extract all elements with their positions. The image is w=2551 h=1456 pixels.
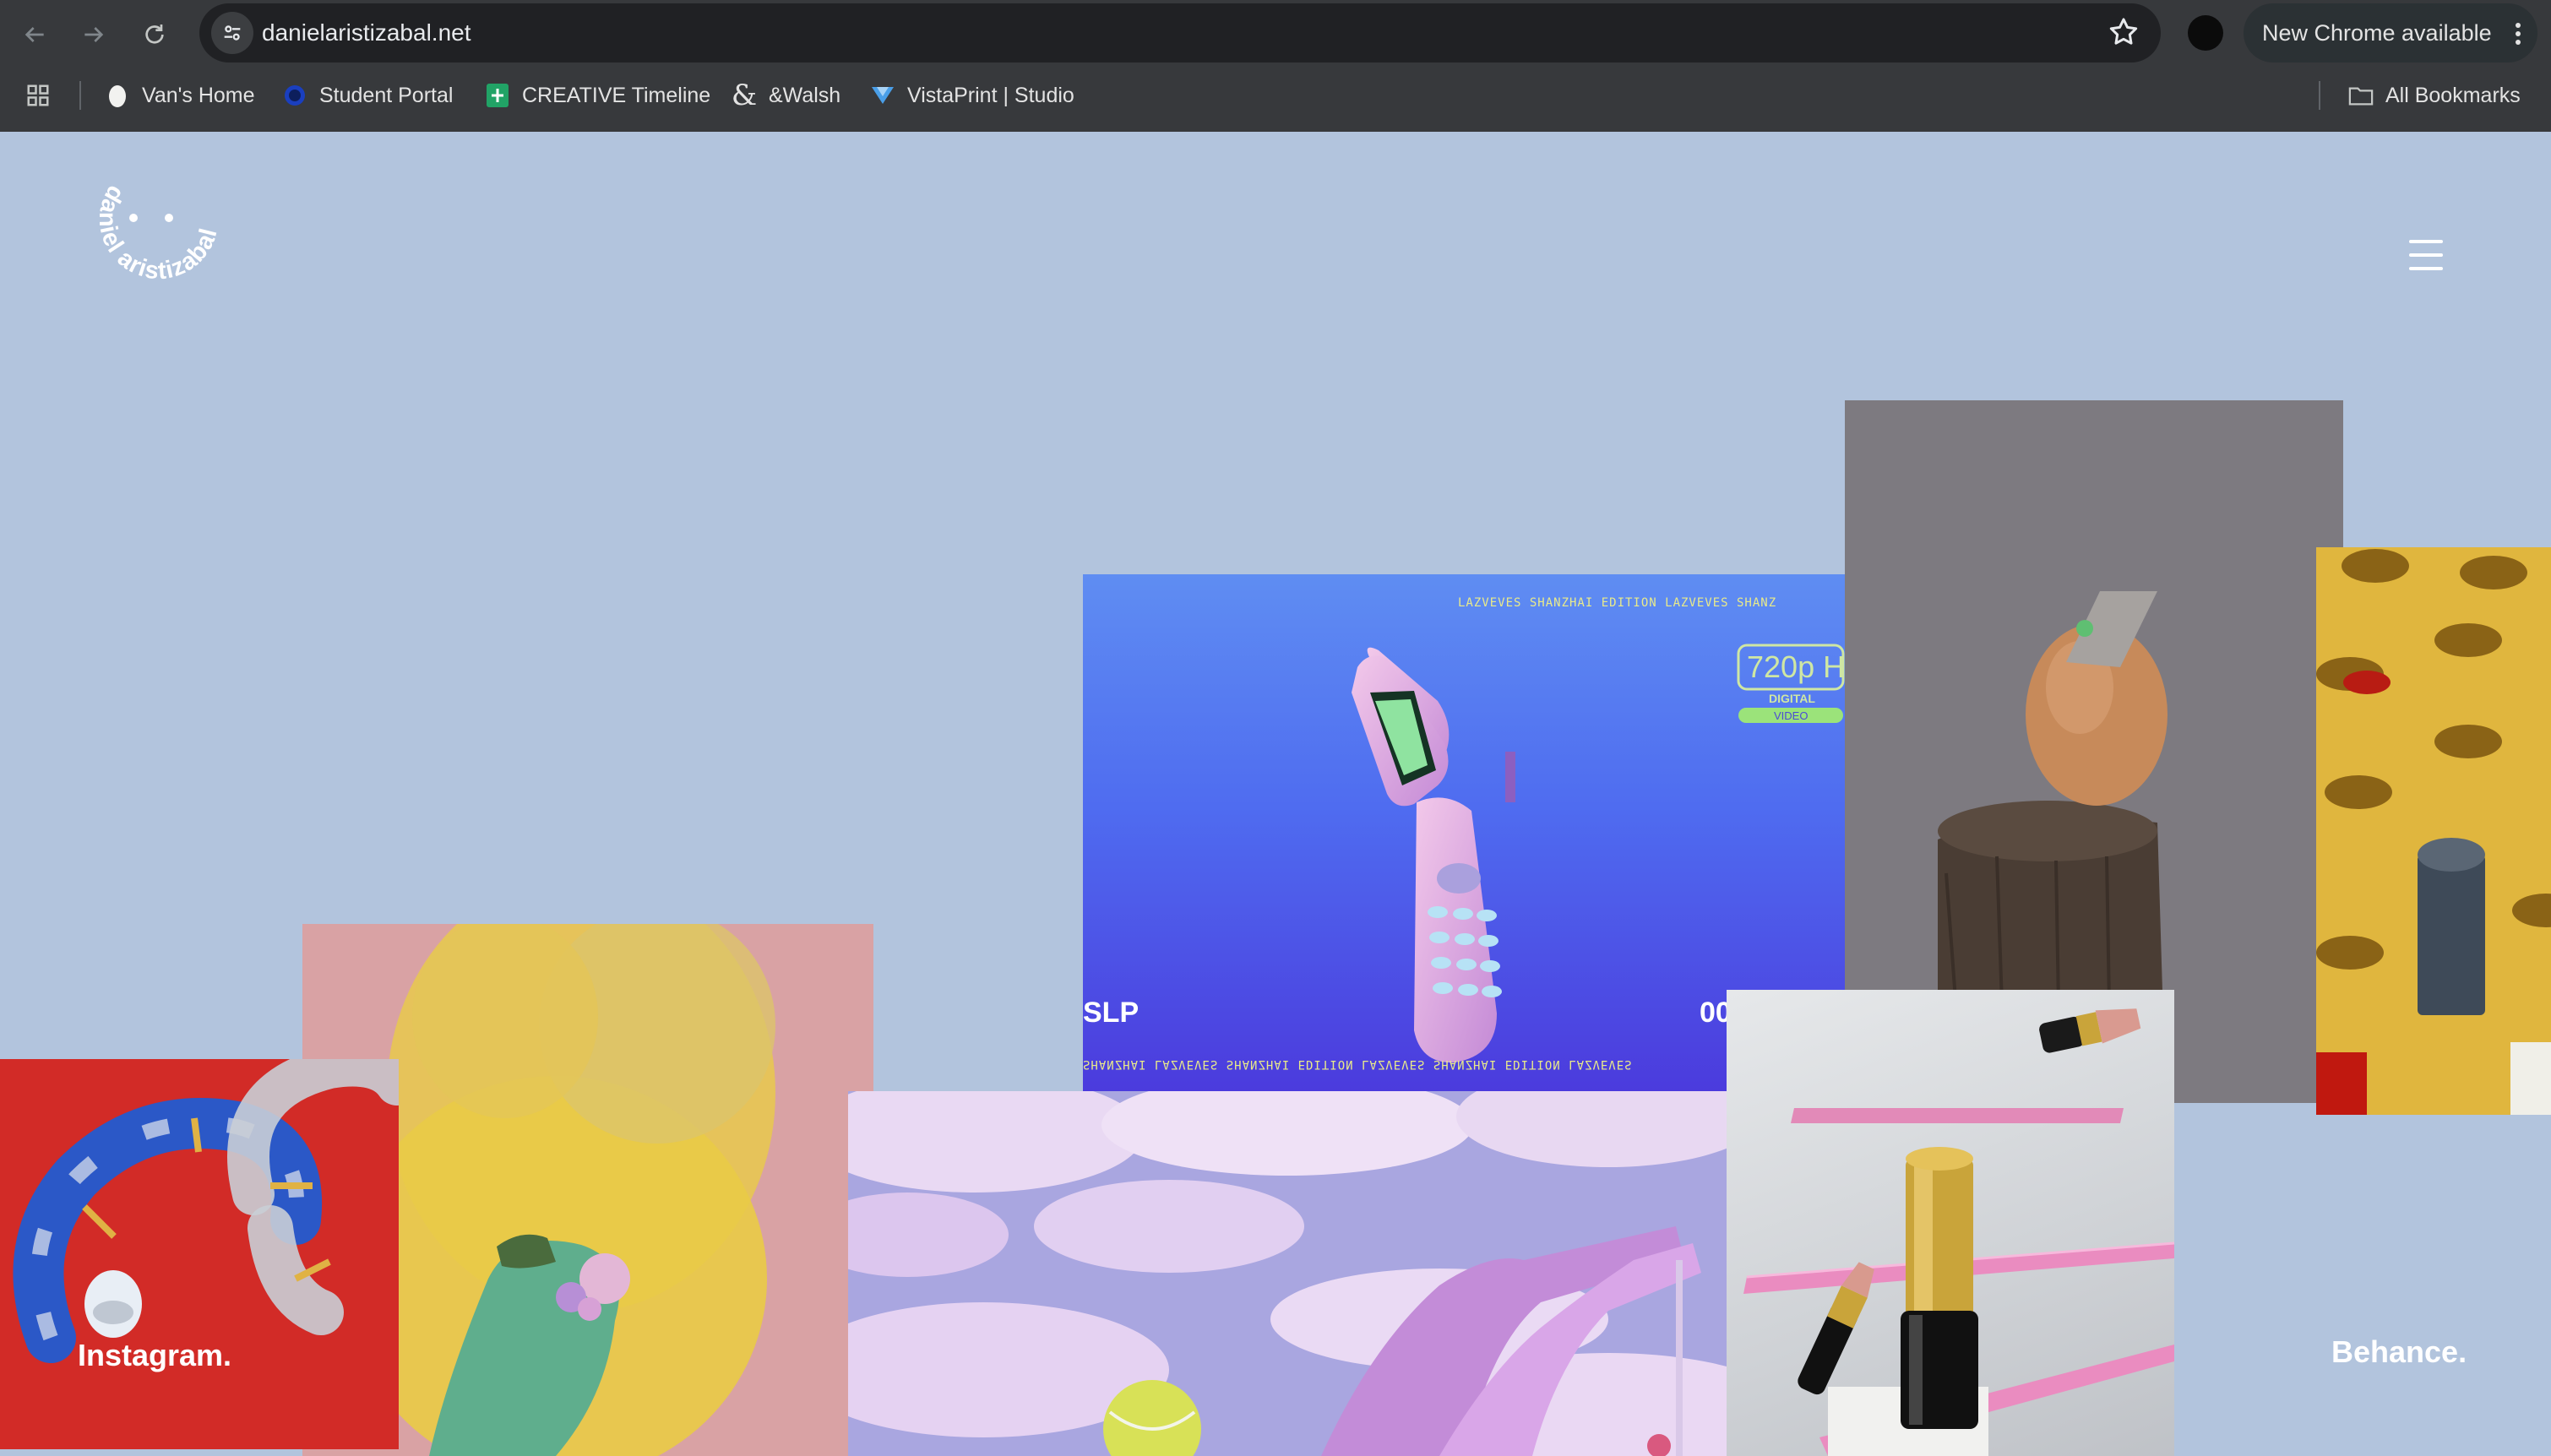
bookmark-vistaprint[interactable]: VistaPrint | Studio <box>870 76 1074 115</box>
project-tile-lipstick[interactable] <box>1727 990 2174 1456</box>
circle-icon <box>282 83 307 108</box>
sheets-icon <box>485 83 510 108</box>
menu-line <box>2409 267 2443 270</box>
browser-chrome: danielaristizabal.net New Chrome availab… <box>0 0 2551 132</box>
instagram-link[interactable]: Instagram. <box>78 1338 231 1373</box>
menu-line <box>2409 240 2443 243</box>
reload-button[interactable] <box>133 14 176 56</box>
instagram-tile[interactable] <box>0 1059 399 1449</box>
back-button[interactable] <box>14 14 56 56</box>
logo-eye-left <box>129 214 138 222</box>
all-bookmarks-button[interactable]: All Bookmarks <box>2348 76 2521 115</box>
address-bar[interactable]: danielaristizabal.net <box>199 3 2161 62</box>
bookmark-vans-home[interactable]: Van's Home <box>105 76 255 115</box>
bookmark-creative-timeline[interactable]: CREATIVE Timeline <box>485 76 710 115</box>
logo-text: daniel aristizabal <box>94 181 223 285</box>
vhs-ticker-top: LAZVEVES SHANZHAI EDITION LAZVEVES SHANZ <box>1458 596 1777 610</box>
vhs-badge-main: 720p HD <box>1747 649 1845 684</box>
bookmark-separator <box>79 81 81 110</box>
site-info-button[interactable] <box>211 12 253 54</box>
tune-icon <box>224 25 241 41</box>
logo-eye-right <box>165 214 173 222</box>
forward-button[interactable] <box>73 14 115 56</box>
new-chrome-available-button[interactable]: New Chrome available <box>2244 3 2537 62</box>
url-text[interactable]: danielaristizabal.net <box>262 3 471 62</box>
bookmark-star-button[interactable] <box>2107 15 2140 53</box>
all-bookmarks-label: All Bookmarks <box>2385 83 2521 107</box>
vhs-badge-sub2: VIDEO <box>1774 709 1808 722</box>
reload-icon <box>145 24 164 44</box>
bookmark-label: Van's Home <box>142 83 255 107</box>
bookmark-label: CREATIVE Timeline <box>522 83 711 107</box>
vhs-mode: SLP <box>1083 997 1139 1029</box>
bookmark-label: VistaPrint | Studio <box>907 83 1074 107</box>
bookmark-walsh[interactable]: & &Walsh <box>732 76 840 115</box>
project-tile-pegboard[interactable] <box>2316 547 2551 1115</box>
folder-icon <box>2348 83 2374 108</box>
apps-grid-icon <box>27 84 49 106</box>
site-logo[interactable]: daniel aristizabal <box>76 169 228 304</box>
apps-button[interactable] <box>25 76 51 115</box>
project-tile-slide-clouds[interactable] <box>848 1091 1727 1456</box>
vistaprint-icon <box>870 83 895 108</box>
ampersand-icon: & <box>731 79 758 112</box>
vhs-ticker-bottom: SHANZHAI LAZVEVES SHANZHAI EDITION LAZVE… <box>1083 1057 1633 1071</box>
vhs-badge-sub1: DIGITAL <box>1769 692 1815 705</box>
more-vert-icon <box>2516 23 2521 45</box>
hamburger-menu-button[interactable] <box>2409 238 2445 272</box>
profile-avatar[interactable] <box>2188 15 2223 51</box>
star-icon <box>2109 18 2138 45</box>
update-label: New Chrome available <box>2262 20 2492 46</box>
bookmark-student-portal[interactable]: Student Portal <box>282 76 453 115</box>
bookmark-separator <box>2319 81 2320 110</box>
menu-line <box>2409 253 2443 257</box>
egg-icon <box>105 83 130 108</box>
forward-arrow-icon <box>84 27 104 42</box>
bookmark-label: Student Portal <box>319 83 454 107</box>
back-arrow-icon <box>24 27 44 42</box>
bookmark-label: &Walsh <box>769 83 841 107</box>
behance-link[interactable]: Behance. <box>2331 1334 2467 1370</box>
